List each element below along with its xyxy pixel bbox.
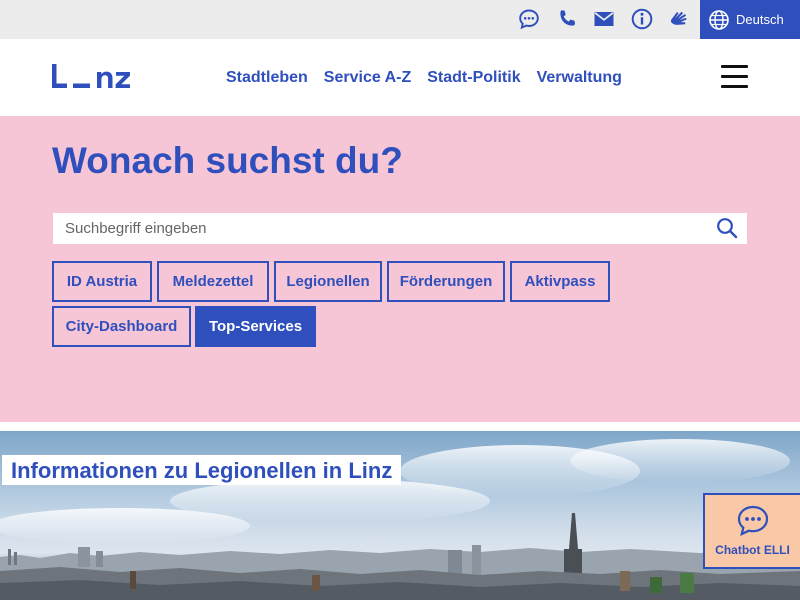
search-box — [53, 213, 747, 244]
chip-aktivpass[interactable]: Aktivpass — [510, 261, 610, 302]
chat-icon[interactable] — [516, 6, 542, 32]
chatbot-button[interactable]: Chatbot ELLI — [703, 493, 800, 569]
nav-stadtleben[interactable]: Stadtleben — [226, 69, 308, 87]
search-section: Wonach suchst du? ID Austria Meldezettel… — [0, 116, 800, 422]
chatbot-icon — [737, 505, 768, 536]
chip-top-services[interactable]: Top-Services — [195, 306, 316, 347]
mail-icon[interactable] — [591, 6, 617, 32]
search-icon — [717, 218, 738, 239]
info-icon[interactable] — [629, 6, 655, 32]
site-header: Stadtleben Service A-Z Stadt-Politik Ver… — [0, 39, 800, 116]
globe-icon — [709, 9, 729, 30]
search-input[interactable] — [53, 213, 713, 244]
linz-logo[interactable] — [52, 63, 144, 91]
phone-icon[interactable] — [554, 6, 580, 32]
chip-meldezettel[interactable]: Meldezettel — [157, 261, 269, 302]
chip-foerderungen[interactable]: Förderungen — [387, 261, 505, 302]
language-button[interactable]: Deutsch — [700, 0, 800, 39]
search-heading: Wonach suchst du? — [52, 140, 403, 181]
chatbot-label: Chatbot ELLI — [715, 543, 790, 557]
nav-service-a-z[interactable]: Service A-Z — [324, 69, 411, 87]
nav-stadt-politik[interactable]: Stadt-Politik — [427, 69, 520, 87]
hero-image: Informationen zu Legionellen in Linz — [0, 431, 800, 600]
hamburger-menu-icon[interactable] — [721, 65, 749, 89]
chip-id-austria[interactable]: ID Austria — [52, 261, 152, 302]
chip-city-dashboard[interactable]: City-Dashboard — [52, 306, 191, 347]
utility-bar: Deutsch — [0, 0, 800, 39]
chip-legionellen[interactable]: Legionellen — [274, 261, 382, 302]
hero-title: Informationen zu Legionellen in Linz — [2, 455, 402, 485]
search-button[interactable] — [715, 216, 739, 240]
language-label: Deutsch — [736, 12, 784, 27]
sign-language-icon[interactable] — [667, 6, 693, 32]
nav-verwaltung[interactable]: Verwaltung — [537, 69, 622, 87]
main-navigation: Stadtleben Service A-Z Stadt-Politik Ver… — [226, 39, 638, 116]
